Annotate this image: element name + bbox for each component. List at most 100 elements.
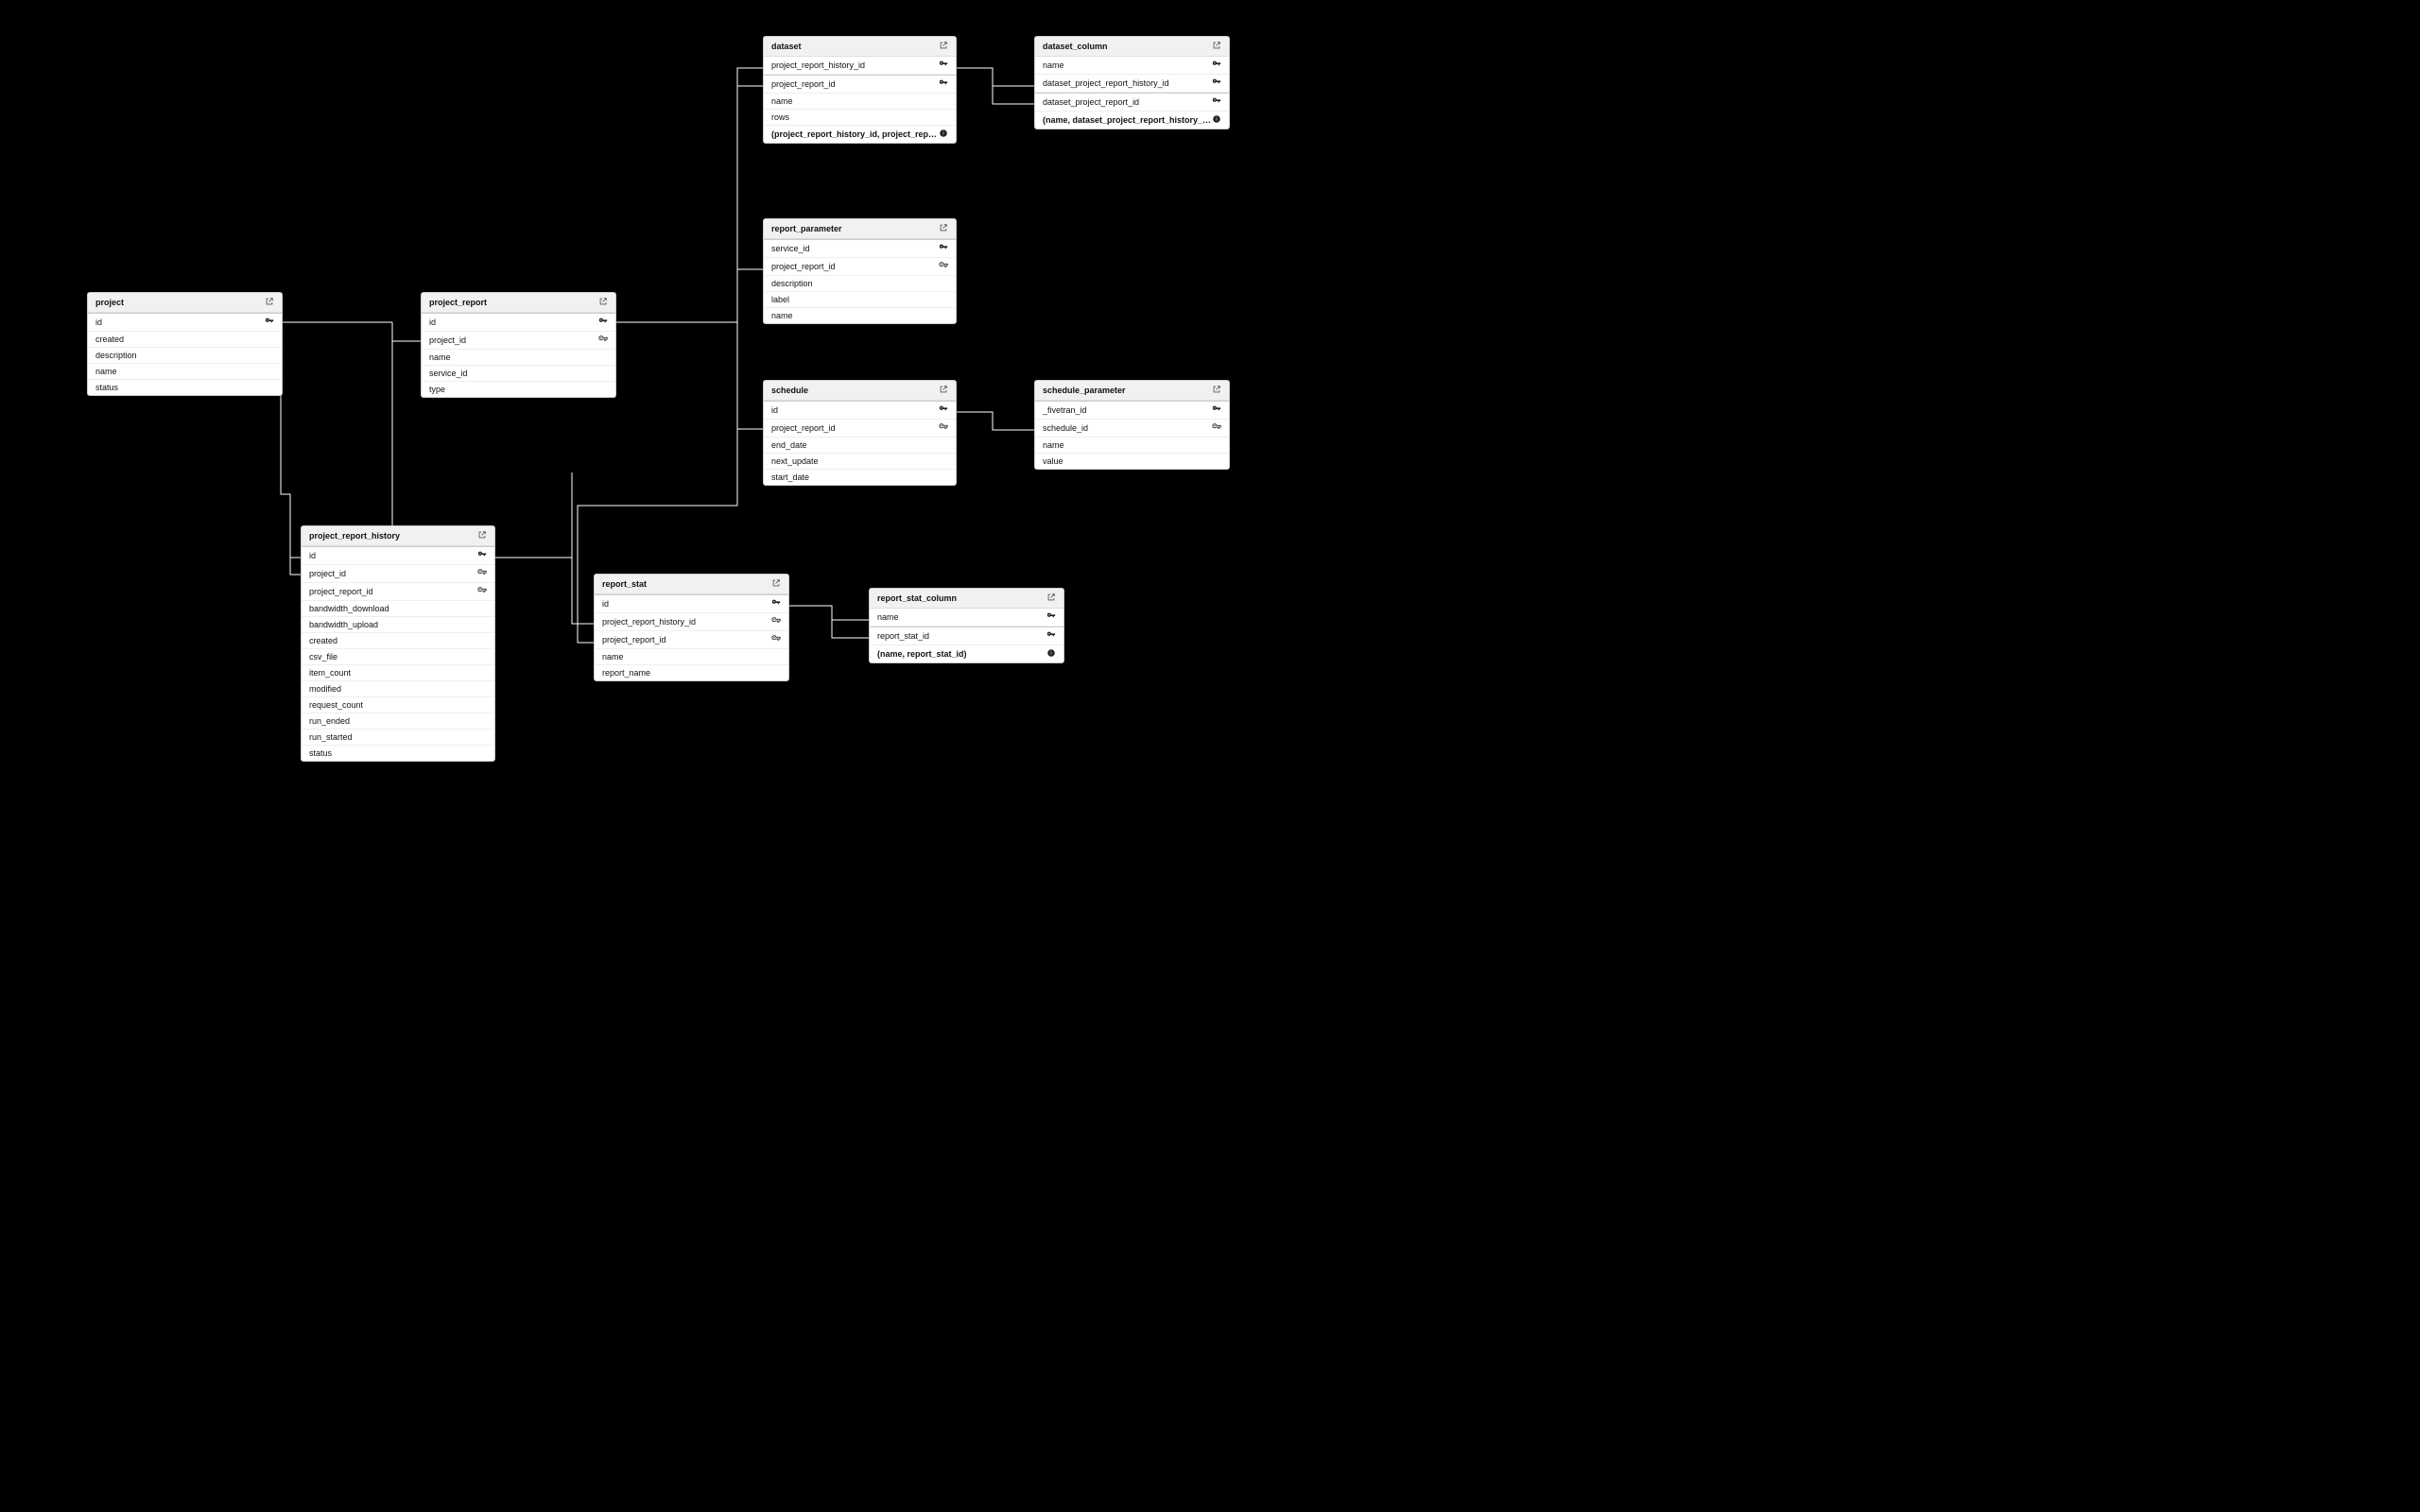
column-row[interactable]: next_update [764, 454, 956, 470]
column-row[interactable]: (project_report_history_id, project_rep…… [764, 126, 956, 143]
column-row[interactable]: name [595, 649, 788, 665]
table-dataset_column[interactable]: dataset_columnnamedataset_project_report… [1034, 36, 1230, 129]
column-row[interactable]: service_id [764, 239, 956, 258]
table-schedule_parameter[interactable]: schedule_parameter_fivetran_idschedule_i… [1034, 380, 1230, 470]
table-header[interactable]: dataset_column [1035, 37, 1229, 57]
table-header[interactable]: project_report [422, 293, 615, 313]
column-row[interactable]: report_stat_id [870, 627, 1063, 645]
column-row[interactable]: project_report_id [595, 631, 788, 649]
column-row[interactable]: name [1035, 57, 1229, 75]
column-name: report_name [602, 668, 650, 678]
column-row[interactable]: service_id [422, 366, 615, 382]
column-row[interactable]: name [764, 94, 956, 110]
column-row[interactable]: project_report_history_id [764, 57, 956, 75]
column-row[interactable]: project_report_id [764, 420, 956, 438]
table-header[interactable]: schedule [764, 381, 956, 401]
open-icon[interactable] [1046, 593, 1056, 604]
open-icon[interactable] [1212, 41, 1221, 52]
table-header[interactable]: project [88, 293, 282, 313]
open-icon[interactable] [939, 223, 948, 234]
column-row[interactable]: created [302, 633, 494, 649]
column-row[interactable]: project_report_history_id [595, 613, 788, 631]
column-name: end_date [771, 440, 807, 450]
column-row[interactable]: created [88, 332, 282, 348]
column-row[interactable]: item_count [302, 665, 494, 681]
table-title: schedule [771, 386, 808, 395]
open-icon[interactable] [1212, 385, 1221, 396]
table-dataset[interactable]: datasetproject_report_history_idproject_… [763, 36, 957, 144]
open-icon[interactable] [477, 530, 487, 541]
column-row[interactable]: run_started [302, 730, 494, 746]
table-header[interactable]: report_stat_column [870, 589, 1063, 609]
column-row[interactable]: name [870, 609, 1063, 627]
column-name: created [309, 636, 337, 645]
table-title: report_stat_column [877, 593, 957, 603]
table-schedule[interactable]: schedule idproject_report_id end_date next_… [763, 380, 957, 486]
column-row[interactable]: (name, dataset_project_report_history_…i [1035, 112, 1229, 129]
column-row[interactable]: status [302, 746, 494, 761]
open-icon[interactable] [771, 578, 781, 590]
open-icon[interactable] [939, 385, 948, 396]
connector [787, 606, 869, 638]
column-row[interactable]: schedule_id [1035, 420, 1229, 438]
column-row[interactable]: name [764, 308, 956, 323]
column-row[interactable]: (name, report_stat_id)i [870, 645, 1063, 662]
connector [955, 412, 1034, 430]
column-row[interactable]: name [422, 350, 615, 366]
column-row[interactable]: id [422, 313, 615, 332]
open-icon[interactable] [598, 297, 608, 308]
table-project[interactable]: projectid created descriptionnamestatus [87, 292, 283, 396]
open-icon[interactable] [939, 41, 948, 52]
column-row[interactable]: id [764, 401, 956, 420]
connector [493, 472, 594, 624]
idx-icon: i [1046, 648, 1056, 660]
column-row[interactable]: csv_file [302, 649, 494, 665]
column-row[interactable]: label [764, 292, 956, 308]
column-row[interactable]: name [88, 364, 282, 380]
column-row[interactable]: start_date [764, 470, 956, 485]
column-row[interactable]: run_ended [302, 713, 494, 730]
column-name: created [95, 335, 124, 344]
fk-icon [771, 616, 781, 627]
column-row[interactable]: status [88, 380, 282, 395]
column-name: request_count [309, 700, 363, 710]
column-row[interactable]: project_id [422, 332, 615, 350]
column-row[interactable]: project_report_id [764, 258, 956, 276]
table-project_report[interactable]: project_reportidproject_idnameservice_id… [421, 292, 616, 398]
column-row[interactable]: value [1035, 454, 1229, 469]
column-name: item_count [309, 668, 351, 678]
table-header[interactable]: report_parameter [764, 219, 956, 239]
column-row[interactable]: description [764, 276, 956, 292]
column-row[interactable]: modified [302, 681, 494, 697]
column-row[interactable]: id [88, 313, 282, 332]
table-header[interactable]: report_stat [595, 575, 788, 594]
column-row[interactable]: project_id [302, 565, 494, 583]
column-row[interactable]: name [1035, 438, 1229, 454]
column-row[interactable]: end_date [764, 438, 956, 454]
column-row[interactable]: _fivetran_id [1035, 401, 1229, 420]
column-row[interactable]: project_report_id [302, 583, 494, 601]
table-report_stat_column[interactable]: report_stat_columnnamereport_stat_id(nam… [869, 588, 1064, 663]
column-row[interactable]: project_report_id [764, 75, 956, 94]
pk-icon [1212, 404, 1221, 416]
column-row[interactable]: report_name [595, 665, 788, 680]
column-row[interactable]: dataset_project_report_history_id [1035, 75, 1229, 93]
column-row[interactable]: rows [764, 110, 956, 126]
table-header[interactable]: dataset [764, 37, 956, 57]
column-row[interactable]: id [595, 594, 788, 613]
open-icon[interactable] [265, 297, 274, 308]
table-header[interactable]: project_report_history [302, 526, 494, 546]
table-report_stat[interactable]: report_statidproject_report_history_idpr… [594, 574, 789, 681]
column-row[interactable]: type [422, 382, 615, 397]
column-name: type [429, 385, 445, 394]
svg-text:i: i [1216, 117, 1217, 123]
column-row[interactable]: dataset_project_report_id [1035, 93, 1229, 112]
column-row[interactable]: description [88, 348, 282, 364]
column-row[interactable]: request_count [302, 697, 494, 713]
column-row[interactable]: id [302, 546, 494, 565]
table-project_report_history[interactable]: project_report_historyidproject_idprojec… [301, 525, 495, 762]
column-row[interactable]: bandwidth_download [302, 601, 494, 617]
table-header[interactable]: schedule_parameter [1035, 381, 1229, 401]
table-report_parameter[interactable]: report_parameterservice_idproject_report… [763, 218, 957, 324]
column-row[interactable]: bandwidth_upload [302, 617, 494, 633]
